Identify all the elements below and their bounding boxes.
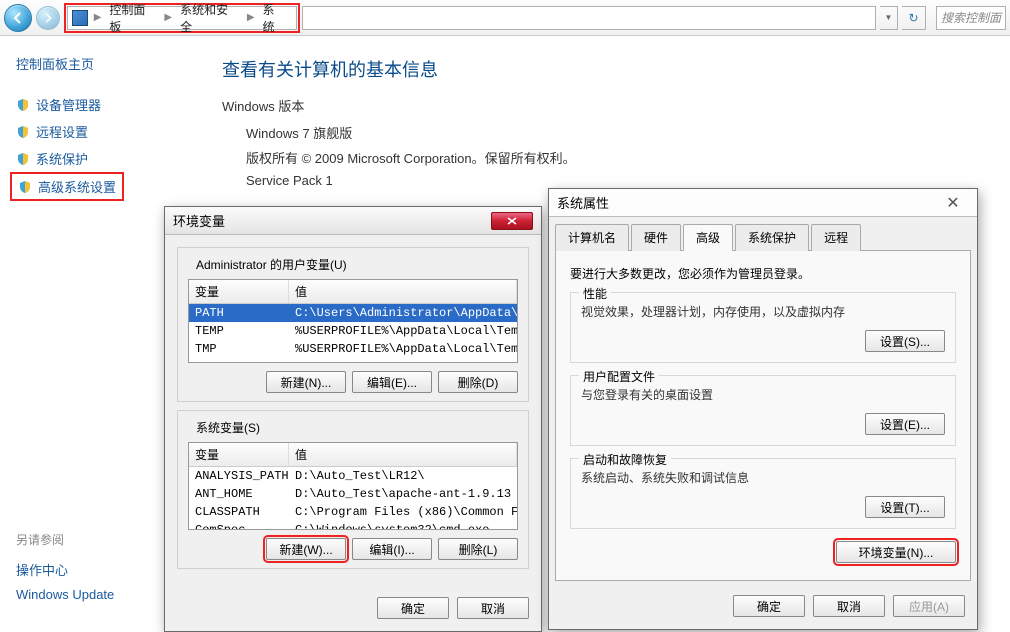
sidebar-item-advanced-system-settings[interactable]: 高级系统设置 [16, 175, 118, 198]
list-item[interactable]: ANALYSIS_PATH D:\Auto_Test\LR12\ [189, 467, 517, 485]
breadcrumb[interactable]: 系统 [257, 1, 293, 35]
sidebar-item-label: 高级系统设置 [38, 177, 116, 196]
performance-desc: 视觉效果，处理器计划，内存使用，以及虚拟内存 [581, 303, 945, 320]
edit-sys-var-button[interactable]: 编辑(I)... [352, 538, 432, 560]
shield-icon [18, 180, 32, 194]
chevron-right-icon: ▶ [245, 12, 257, 23]
tab-computer-name[interactable]: 计算机名 [555, 224, 629, 251]
ok-button[interactable]: 确定 [733, 595, 805, 617]
close-button[interactable]: ✕ [937, 193, 969, 213]
user-vars-group-label: Administrator 的用户变量(U) [192, 256, 351, 273]
tab-advanced[interactable]: 高级 [683, 224, 733, 251]
col-header-variable[interactable]: 变量 [189, 443, 289, 466]
col-header-value[interactable]: 值 [289, 443, 517, 466]
edition-value: Windows 7 旗舰版 [246, 123, 986, 142]
user-profiles-section: 用户配置文件 与您登录有关的桌面设置 设置(E)... [570, 375, 956, 446]
list-item[interactable]: CLASSPATH C:\Program Files (x86)\Common … [189, 503, 517, 521]
copyright-value: 版权所有 © 2009 Microsoft Corporation。保留所有权利… [246, 148, 986, 167]
shield-icon [16, 98, 30, 112]
sidebar-item-remote-settings[interactable]: 远程设置 [16, 118, 198, 145]
startup-recovery-label: 启动和故障恢复 [579, 451, 671, 468]
breadcrumb[interactable]: 控制面板 [103, 1, 162, 35]
shield-icon [16, 125, 30, 139]
control-panel-icon [72, 10, 88, 26]
sidebar-item-label: 设备管理器 [36, 95, 101, 114]
cancel-button[interactable]: 取消 [813, 595, 885, 617]
tab-remote[interactable]: 远程 [811, 224, 861, 251]
tab-system-protection[interactable]: 系统保护 [735, 224, 809, 251]
system-properties-dialog: 系统属性 ✕ 计算机名 硬件 高级 系统保护 远程 要进行大多数更改，您必须作为… [548, 188, 978, 630]
performance-label: 性能 [579, 285, 611, 302]
dialog-titlebar[interactable]: 环境变量 [165, 207, 541, 235]
page-title: 查看有关计算机的基本信息 [222, 56, 986, 82]
chevron-right-icon: ▶ [92, 12, 104, 23]
refresh-button[interactable]: ↻ [902, 6, 926, 30]
performance-settings-button[interactable]: 设置(S)... [865, 330, 945, 352]
address-bar-remainder[interactable] [302, 6, 876, 30]
list-item[interactable]: PATH C:\Users\Administrator\AppData\... [189, 304, 517, 322]
close-icon [507, 217, 517, 225]
apply-button[interactable]: 应用(A) [893, 595, 965, 617]
performance-section: 性能 视觉效果，处理器计划，内存使用，以及虚拟内存 设置(S)... [570, 292, 956, 363]
close-icon: ✕ [946, 195, 959, 212]
breadcrumb[interactable]: 系统和安全 [174, 1, 245, 35]
arrow-right-icon [43, 13, 53, 23]
search-placeholder: 搜索控制面 [941, 9, 1001, 26]
sys-vars-list[interactable]: 变量 值 ANALYSIS_PATH D:\Auto_Test\LR12\ AN… [188, 442, 518, 530]
sidebar-item-label: 远程设置 [36, 122, 88, 141]
sys-vars-group-label: 系统变量(S) [192, 419, 264, 436]
nav-forward-button[interactable] [36, 6, 60, 30]
servicepack-value: Service Pack 1 [246, 173, 986, 188]
sidebar-item-device-manager[interactable]: 设备管理器 [16, 91, 198, 118]
list-item[interactable]: TMP %USERPROFILE%\AppData\Local\Temp [189, 340, 517, 358]
edit-user-var-button[interactable]: 编辑(E)... [352, 371, 432, 393]
list-item[interactable]: ANT_HOME D:\Auto_Test\apache-ant-1.9.13 [189, 485, 517, 503]
chevron-right-icon: ▶ [162, 12, 174, 23]
list-item[interactable]: TEMP %USERPROFILE%\AppData\Local\Temp [189, 322, 517, 340]
user-vars-list[interactable]: 变量 值 PATH C:\Users\Administrator\AppData… [188, 279, 518, 363]
address-dropdown[interactable]: ▼ [880, 6, 898, 30]
top-navigation: ▶ 控制面板 ▶ 系统和安全 ▶ 系统 ▼ ↻ 搜索控制面 [0, 0, 1010, 36]
env-vars-dialog: 环境变量 Administrator 的用户变量(U) 变量 值 PATH C:… [164, 206, 542, 632]
nav-back-button[interactable] [4, 4, 32, 32]
sidebar-item-label: 系统保护 [36, 149, 88, 168]
sidebar-item-system-protection[interactable]: 系统保护 [16, 145, 198, 172]
arrow-left-icon [12, 12, 24, 24]
tab-bar: 计算机名 硬件 高级 系统保护 远程 [555, 223, 971, 251]
delete-sys-var-button[interactable]: 删除(L) [438, 538, 518, 560]
cancel-button[interactable]: 取消 [457, 597, 529, 619]
environment-variables-button[interactable]: 环境变量(N)... [836, 541, 956, 563]
new-sys-var-button[interactable]: 新建(W)... [266, 538, 346, 560]
control-panel-home-link[interactable]: 控制面板主页 [16, 54, 198, 73]
close-button[interactable] [491, 212, 533, 230]
windows-edition-label: Windows 版本 [222, 96, 986, 115]
startup-recovery-section: 启动和故障恢复 系统启动、系统失败和调试信息 设置(T)... [570, 458, 956, 529]
user-profiles-desc: 与您登录有关的桌面设置 [581, 386, 945, 403]
new-user-var-button[interactable]: 新建(N)... [266, 371, 346, 393]
user-profiles-settings-button[interactable]: 设置(E)... [865, 413, 945, 435]
startup-recovery-desc: 系统启动、系统失败和调试信息 [581, 469, 945, 486]
list-item[interactable]: ComSpec C:\Windows\system32\cmd.exe [189, 521, 517, 529]
dialog-title: 系统属性 [557, 193, 609, 212]
tab-hardware[interactable]: 硬件 [631, 224, 681, 251]
search-input[interactable]: 搜索控制面 [936, 6, 1006, 30]
user-profiles-label: 用户配置文件 [579, 368, 659, 385]
startup-recovery-settings-button[interactable]: 设置(T)... [865, 496, 945, 518]
shield-icon [16, 152, 30, 166]
address-bar[interactable]: ▶ 控制面板 ▶ 系统和安全 ▶ 系统 [67, 6, 297, 30]
dialog-titlebar[interactable]: 系统属性 ✕ [549, 189, 977, 217]
col-header-value[interactable]: 值 [289, 280, 517, 303]
dialog-title: 环境变量 [173, 211, 225, 230]
admin-note: 要进行大多数更改，您必须作为管理员登录。 [570, 265, 956, 282]
ok-button[interactable]: 确定 [377, 597, 449, 619]
delete-user-var-button[interactable]: 删除(D) [438, 371, 518, 393]
col-header-variable[interactable]: 变量 [189, 280, 289, 303]
